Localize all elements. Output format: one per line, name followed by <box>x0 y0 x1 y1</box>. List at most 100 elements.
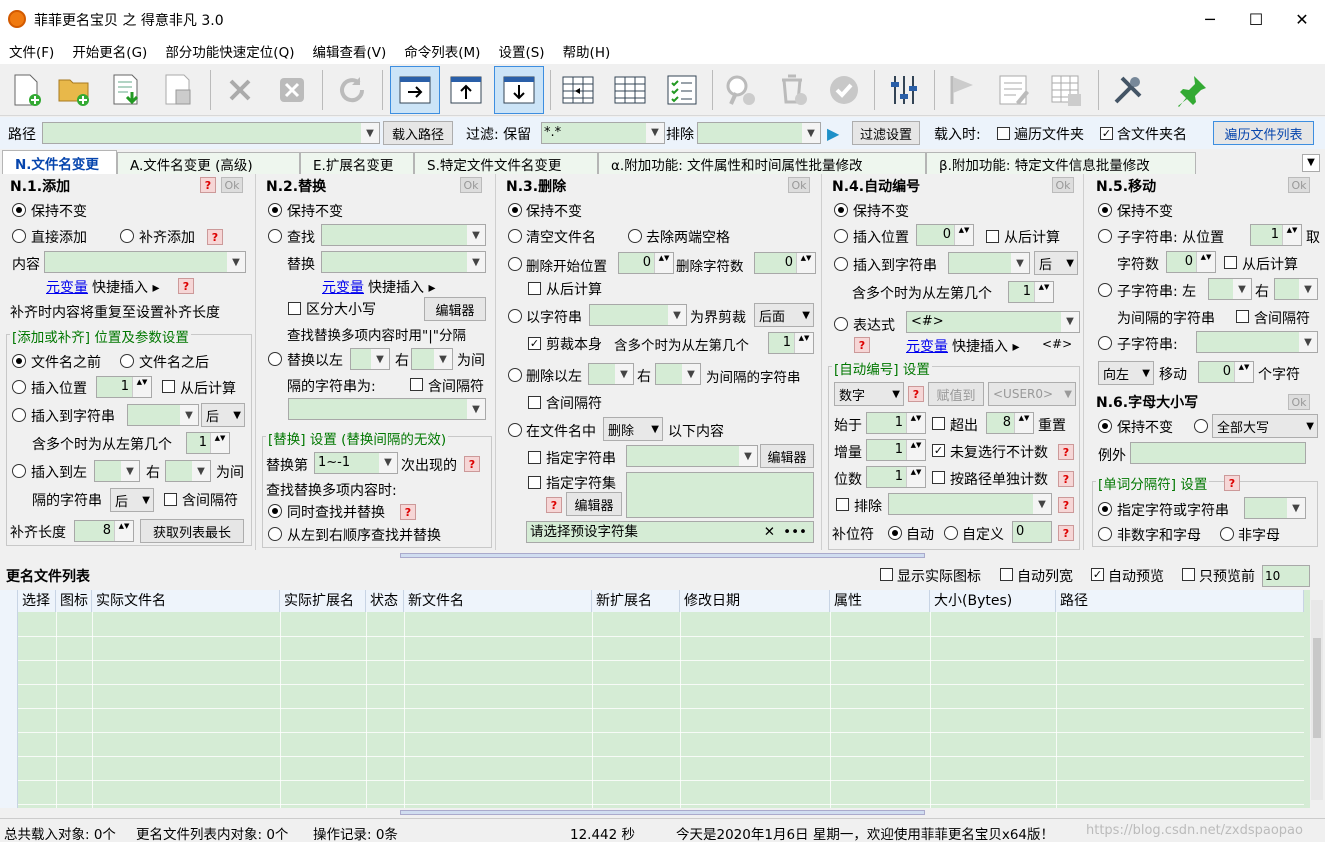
col-path[interactable]: 路径 <box>1056 590 1304 612</box>
editor-button[interactable]: 编辑器 <box>566 492 622 516</box>
ok-button[interactable]: Ok <box>1288 177 1310 193</box>
confirm-icon[interactable] <box>822 68 866 112</box>
col-icon[interactable]: 图标 <box>56 590 92 612</box>
variable-link[interactable]: 元变量 <box>322 277 364 297</box>
insert-pos-radio[interactable] <box>12 380 26 394</box>
insert-pos-spinner[interactable]: 1 <box>96 376 152 398</box>
after-name-radio[interactable] <box>120 354 134 368</box>
digits-spinner[interactable]: 1 <box>866 466 926 488</box>
custom-pad-field[interactable]: 0 <box>1012 521 1052 543</box>
direct-add-radio[interactable] <box>12 229 26 243</box>
help-icon[interactable]: ? <box>464 456 480 472</box>
insert-str-combo[interactable]: ▼ <box>127 404 199 426</box>
help-icon[interactable]: ? <box>178 278 194 294</box>
ok-button[interactable]: Ok <box>1288 394 1310 410</box>
before-name-radio[interactable] <box>12 354 26 368</box>
add-folder-icon[interactable] <box>52 68 96 112</box>
quick-insert-label[interactable]: 快捷插入 ▸ <box>952 336 1019 356</box>
col-status[interactable]: 状态 <box>366 590 404 612</box>
tab-name-change-advanced[interactable]: A.文件名变更 (高级) <box>117 152 300 174</box>
chevron-down-icon[interactable]: ▼ <box>1299 332 1317 352</box>
col-modified[interactable]: 修改日期 <box>680 590 830 612</box>
num-type-select[interactable]: 数字 ▼ <box>834 382 904 406</box>
search-icon[interactable] <box>718 68 762 112</box>
help-icon[interactable]: ? <box>1058 525 1074 541</box>
non-letter-radio[interactable] <box>1220 527 1234 541</box>
cut-self-checkbox[interactable]: ✓ <box>528 337 541 350</box>
tab-file-info-batch[interactable]: β.附加功能: 特定文件信息批量修改 <box>926 152 1196 174</box>
right-combo[interactable]: ▼ <box>165 460 211 482</box>
chevron-down-icon[interactable]: ▼ <box>379 453 397 473</box>
more-icon[interactable]: ••• <box>783 522 807 542</box>
menu-settings[interactable]: 设置(S) <box>489 41 553 61</box>
insert-pos-spinner[interactable]: 0 <box>916 224 974 246</box>
chevron-down-icon[interactable]: ▼ <box>1287 498 1305 518</box>
recycle-icon[interactable] <box>770 68 814 112</box>
flag-icon[interactable] <box>940 68 984 112</box>
contain-sep-checkbox[interactable] <box>1236 310 1249 323</box>
col-actual-ext[interactable]: 实际扩展名 <box>280 590 366 612</box>
table-export-icon[interactable] <box>1044 68 1088 112</box>
path-combo[interactable]: ▼ <box>42 122 380 144</box>
by-path-checkbox[interactable] <box>932 471 945 484</box>
quick-insert-label[interactable]: 快捷插入 ▸ <box>92 277 159 297</box>
insert-str-combo[interactable]: ▼ <box>948 252 1030 274</box>
import-list-icon[interactable] <box>104 68 148 112</box>
chevron-down-icon[interactable]: ▼ <box>434 349 452 369</box>
chevron-down-icon[interactable]: ▼ <box>646 123 664 143</box>
ok-button[interactable]: Ok <box>1052 177 1074 193</box>
columns-icon[interactable] <box>608 68 652 112</box>
nth-combo[interactable]: 1~-1 ▼ <box>314 452 398 474</box>
col-new-name[interactable]: 新文件名 <box>404 590 592 612</box>
lr-order-radio[interactable] <box>268 527 282 541</box>
right-combo[interactable]: ▼ <box>411 348 453 370</box>
keep-radio[interactable] <box>1098 203 1112 217</box>
editor-button[interactable]: 编辑器 <box>424 297 486 321</box>
menu-command-list[interactable]: 命令列表(M) <box>395 41 489 61</box>
col-new-ext[interactable]: 新扩展名 <box>592 590 680 612</box>
case-checkbox[interactable] <box>288 302 301 315</box>
chevron-down-icon[interactable]: ▼ <box>361 123 379 143</box>
close-button[interactable]: ✕ <box>1279 0 1325 38</box>
contain-sep-checkbox[interactable] <box>164 493 177 506</box>
case-keep-radio[interactable] <box>1098 419 1112 433</box>
from-end-checkbox[interactable] <box>528 282 541 295</box>
left-combo[interactable]: ▼ <box>1208 278 1252 300</box>
left-combo[interactable]: ▼ <box>350 348 390 370</box>
exclude-combo[interactable]: ▼ <box>888 493 1052 515</box>
after-select[interactable]: 后 ▼ <box>1034 251 1078 275</box>
help-icon[interactable]: ? <box>200 177 216 193</box>
spec-char-radio[interactable] <box>1098 502 1112 516</box>
tools-icon[interactable] <box>1106 68 1150 112</box>
from-end-checkbox[interactable] <box>986 230 999 243</box>
clear-icon[interactable] <box>270 68 314 112</box>
minimize-button[interactable]: ─ <box>1187 0 1233 38</box>
substr-from-radio[interactable] <box>1098 229 1112 243</box>
spec-set-textarea[interactable] <box>626 472 814 518</box>
user-var-select[interactable]: <USER0> ▼ <box>988 382 1076 406</box>
traverse-folder-checkbox[interactable] <box>997 127 1010 140</box>
after-select[interactable]: 后 ▼ <box>110 488 154 512</box>
file-list-grid[interactable]: 选择 图标 实际文件名 实际扩展名 状态 新文件名 新扩展名 修改日期 属性 大… <box>0 590 1310 808</box>
help-icon[interactable]: ? <box>1058 497 1074 513</box>
splitter-bottom[interactable] <box>0 809 1325 817</box>
cut-side-select[interactable]: 后面 ▼ <box>754 303 814 327</box>
delete-icon[interactable] <box>218 68 262 112</box>
in-name-radio[interactable] <box>508 423 522 437</box>
clear-radio[interactable] <box>508 229 522 243</box>
tab-specific-file-rename[interactable]: S.特定文件文件名变更 <box>414 152 598 174</box>
pad-len-spinner[interactable]: 8 <box>74 520 134 542</box>
column-left-icon[interactable] <box>556 68 600 112</box>
replace-left-radio[interactable] <box>268 352 282 366</box>
chevron-down-icon[interactable]: ▼ <box>1299 279 1317 299</box>
from-end-checkbox[interactable] <box>1224 256 1237 269</box>
chevron-down-icon[interactable]: ▼ <box>1011 253 1029 273</box>
preview-count-field[interactable]: 10 <box>1262 565 1310 587</box>
chevron-down-icon[interactable]: ▼ <box>668 305 686 325</box>
auto-preview-checkbox[interactable]: ✓ <box>1091 568 1104 581</box>
custom-radio[interactable] <box>944 526 958 540</box>
contain-sep-checkbox[interactable] <box>528 396 541 409</box>
help-icon[interactable]: ? <box>1058 444 1074 460</box>
between-combo[interactable]: ▼ <box>288 398 486 420</box>
substr-radio[interactable] <box>1098 336 1112 350</box>
